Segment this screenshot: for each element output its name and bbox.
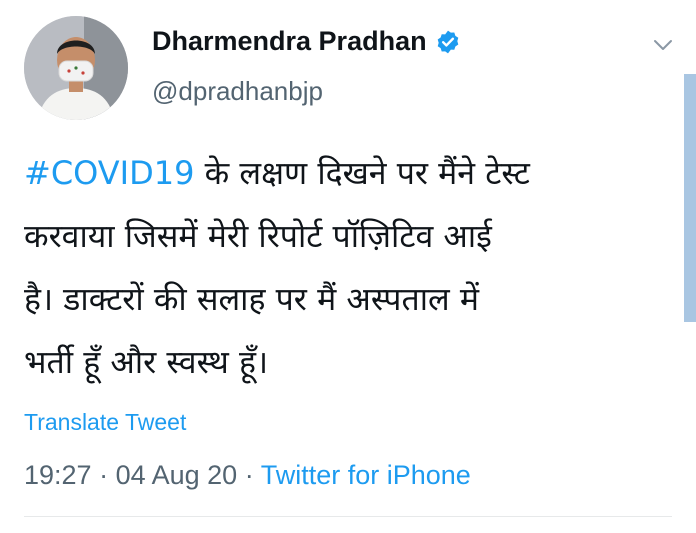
meta-separator: · xyxy=(91,460,116,490)
tweet-line-1: के लक्षण दिखने पर मैंने टेस्ट xyxy=(194,154,530,192)
author-display-name[interactable]: Dharmendra Pradhan xyxy=(152,26,427,57)
chevron-down-icon[interactable] xyxy=(651,33,675,57)
translate-tweet-link[interactable]: Translate Tweet xyxy=(24,409,186,436)
tweet-time[interactable]: 19:27 xyxy=(24,460,92,490)
tweet-metadata: 19:27 · 04 Aug 20 · Twitter for iPhone xyxy=(24,460,471,491)
meta-separator: · xyxy=(237,460,261,490)
profile-photo xyxy=(24,16,128,120)
hashtag-link[interactable]: #COVID19 xyxy=(24,154,194,192)
tweet-line-3: है। डाक्टरों की सलाह पर मैं अस्पताल में xyxy=(24,280,479,318)
verified-badge-icon xyxy=(435,29,461,55)
author-name-row[interactable]: Dharmendra Pradhan xyxy=(152,26,461,57)
tweet-line-2: करवाया जिसमें मेरी रिपोर्ट पॉज़िटिव आई xyxy=(24,217,492,255)
tweet-text: #COVID19 के लक्षण दिखने पर मैंने टेस्ट कर… xyxy=(24,142,674,394)
scrollbar[interactable] xyxy=(684,74,696,322)
avatar[interactable] xyxy=(24,16,128,120)
tweet-date[interactable]: 04 Aug 20 xyxy=(116,460,238,490)
tweet-line-4: भर्ती हूँ और स्वस्थ हूँ। xyxy=(24,343,269,381)
divider xyxy=(24,516,672,517)
tweet-source-link[interactable]: Twitter for iPhone xyxy=(261,460,471,490)
author-handle[interactable]: @dpradhanbjp xyxy=(152,76,323,107)
